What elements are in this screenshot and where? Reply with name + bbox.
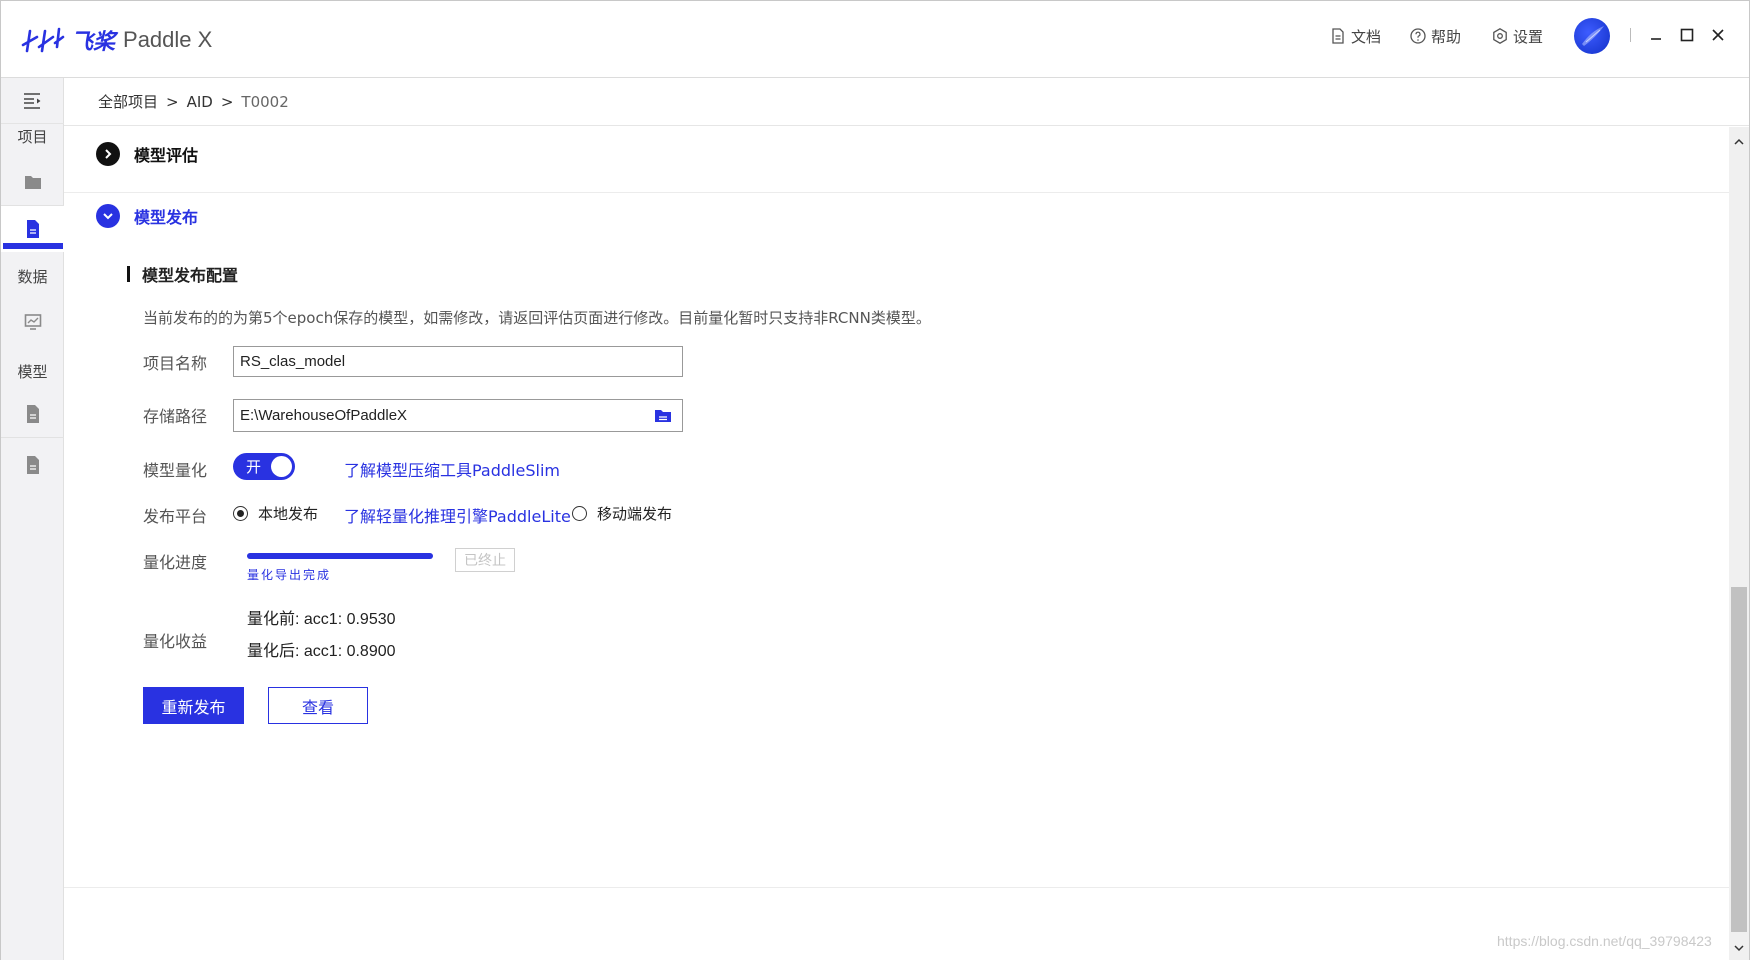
breadcrumb: 全部项目 > AID > T0002 [64, 78, 1749, 126]
app-logo[interactable]: 飞桨 Paddle X [21, 23, 212, 57]
collapse-icon [96, 204, 120, 228]
sidebar-group-project: 项目 [17, 128, 48, 146]
maximize-button[interactable] [1675, 23, 1699, 47]
minimize-icon [1651, 38, 1661, 40]
section-publish-title: 模型发布 [134, 208, 199, 227]
docs-link[interactable]: 文档 [1329, 25, 1381, 47]
progress-fill [247, 553, 433, 559]
docs-label: 文档 [1351, 27, 1382, 46]
progress-status: 量化导出完成 [247, 568, 332, 582]
publish-config-subtitle: 模型发布配置 [127, 262, 238, 286]
document-icon [1332, 28, 1344, 44]
scroll-thumb[interactable] [1731, 587, 1747, 932]
breadcrumb-item-all-projects[interactable]: 全部项目 [98, 91, 158, 112]
menu-collapse-icon [23, 92, 40, 109]
subtitle-marker [127, 266, 130, 282]
publish-notice: 当前发布的的为第5个epoch保存的模型，如需修改，请返回评估页面进行修改。目前… [143, 309, 931, 327]
settings-icon [1493, 28, 1507, 44]
subtitle-text: 模型发布配置 [142, 266, 239, 285]
folder-icon [24, 176, 41, 189]
sidebar-item-model-file-1[interactable] [1, 391, 64, 437]
vertical-scrollbar[interactable] [1729, 127, 1749, 960]
radio-mobile-publish[interactable]: 移动端发布 [572, 503, 672, 524]
expand-icon [96, 142, 120, 166]
storage-path-label: 存储路径 [143, 407, 208, 426]
stopped-button[interactable]: 已终止 [455, 548, 515, 572]
paddleslim-link[interactable]: 了解模型压缩工具PaddleSlim [344, 457, 560, 481]
minimize-button[interactable] [1644, 23, 1668, 47]
maximize-icon [1680, 28, 1694, 42]
settings-link[interactable]: 设置 [1491, 25, 1543, 47]
scroll-up-button[interactable] [1729, 133, 1749, 151]
chevron-down-icon [1734, 945, 1744, 952]
radio-selected-icon [233, 506, 248, 521]
section-divider [64, 192, 1729, 193]
view-button[interactable]: 查看 [268, 687, 368, 724]
section-publish-header[interactable]: 模型发布 [96, 204, 198, 228]
sidebar-group-data: 数据 [17, 268, 48, 286]
republish-button[interactable]: 重新发布 [143, 687, 244, 724]
main-content: 模型评估 模型发布 模型发布配置 当前发布的的为第5个epoch保存的模型，如需… [64, 127, 1729, 960]
radio-local-label: 本地发布 [258, 505, 319, 523]
progress-label: 量化进度 [143, 553, 208, 572]
sidebar-toggle[interactable] [1, 78, 64, 124]
gain-label: 量化收益 [143, 632, 208, 651]
title-bar: 飞桨 Paddle X 文档 帮助 设置 [1, 1, 1749, 78]
brand-cn: 飞桨 [71, 30, 116, 55]
section-evaluate-title: 模型评估 [134, 146, 199, 165]
brand-en: Paddle X [123, 27, 213, 52]
breadcrumb-separator: > [220, 92, 234, 111]
toggle-knob [271, 456, 292, 477]
file-icon [26, 220, 39, 238]
help-link[interactable]: 帮助 [1409, 25, 1461, 47]
scroll-down-button[interactable] [1729, 939, 1749, 957]
help-label: 帮助 [1431, 27, 1462, 46]
sidebar-divider [1, 437, 64, 438]
breadcrumb-item-current: T0002 [241, 92, 289, 111]
avatar-image-icon [1582, 26, 1604, 46]
help-icon [1410, 28, 1426, 44]
quantize-progress-bar [247, 553, 433, 559]
settings-label: 设置 [1513, 27, 1544, 46]
content-bottom-divider [64, 887, 1729, 888]
close-button[interactable] [1706, 23, 1730, 47]
radio-unselected-icon [572, 506, 587, 521]
chevron-up-icon [1734, 138, 1744, 145]
toggle-on-text: 开 [246, 458, 262, 476]
project-name-input[interactable] [233, 346, 683, 377]
acc-before: 量化前: acc1: 0.9530 [247, 611, 396, 628]
radio-local-publish[interactable]: 本地发布 [233, 503, 318, 524]
section-evaluate-header[interactable]: 模型评估 [96, 142, 198, 166]
close-icon [1712, 29, 1724, 41]
sidebar-item-model-file-2[interactable] [1, 442, 64, 488]
file-icon [26, 405, 39, 423]
paddle-logo-icon [21, 27, 65, 53]
quantize-toggle[interactable]: 开 [233, 453, 295, 480]
sidebar-group-model: 模型 [17, 363, 48, 381]
file-icon [26, 456, 39, 474]
app-window: 飞桨 Paddle X 文档 帮助 设置 项目 数据 模型 全部项目 > AID… [0, 0, 1750, 960]
user-avatar[interactable] [1574, 18, 1610, 54]
breadcrumb-item-aid[interactable]: AID [187, 93, 213, 111]
sidebar-item-data-chart[interactable] [1, 299, 64, 345]
sidebar: 项目 数据 模型 [1, 78, 64, 960]
paddlelite-link[interactable]: 了解轻量化推理引擎PaddleLite [344, 503, 571, 527]
radio-mobile-label: 移动端发布 [597, 505, 673, 523]
titlebar-divider [1630, 28, 1631, 42]
acc-after: 量化后: acc1: 0.8900 [247, 643, 396, 660]
platform-label: 发布平台 [143, 507, 208, 526]
sidebar-active-indicator [3, 243, 63, 249]
watermark: https://blog.csdn.net/qq_39798423 [1497, 933, 1712, 949]
folder-browse-icon[interactable] [654, 406, 672, 424]
chart-icon [24, 314, 41, 330]
breadcrumb-separator: > [166, 92, 179, 111]
storage-path-input[interactable] [233, 399, 683, 432]
quantize-label: 模型量化 [143, 461, 208, 480]
sidebar-item-project-folder[interactable] [1, 159, 64, 205]
project-name-label: 项目名称 [143, 354, 208, 373]
